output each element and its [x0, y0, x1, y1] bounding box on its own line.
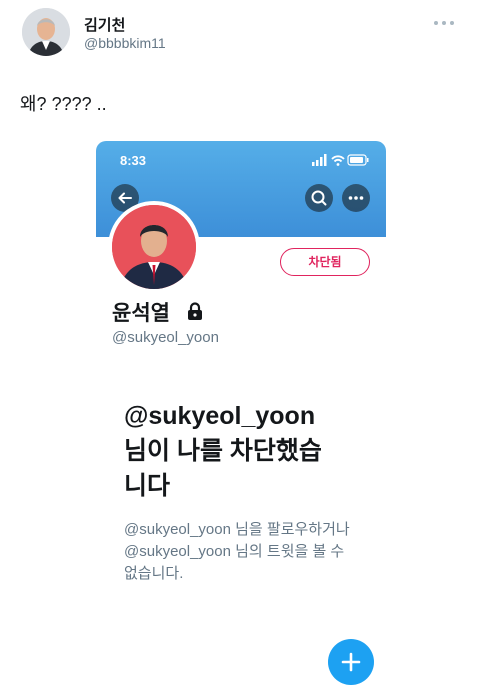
attached-screenshot[interactable]: 8:33 차단됨 윤석열 @sukyeol_yoon @sukyeol_yoon… [96, 141, 386, 684]
author-avatar[interactable] [22, 8, 70, 56]
blocked-message-description: @sukyeol_yoon 님을 팔로우하거나 @sukyeol_yoon 님의… [124, 521, 350, 582]
profile-handle: @sukyeol_yoon [112, 329, 219, 346]
lock-icon [186, 301, 204, 321]
author-handle[interactable]: @bbbbkim11 [84, 35, 166, 51]
plus-icon [341, 652, 361, 672]
status-bar-icons [310, 153, 370, 167]
blocked-message-title: @sukyeol_yoon 님이 나를 차단했습니다 [124, 402, 322, 500]
profile-name: 윤석열 [112, 302, 170, 325]
search-icon[interactable] [305, 184, 333, 212]
tweet-header: 김기천 @bbbbkim11 [0, 0, 480, 64]
more-horizontal-icon[interactable] [342, 184, 370, 212]
status-bar-time: 8:33 [120, 153, 147, 168]
more-options-icon[interactable] [432, 16, 456, 28]
compose-tweet-button[interactable] [328, 639, 374, 685]
blocked-button[interactable]: 차단됨 [280, 248, 370, 276]
tweet-text: 왜? ???? .. [20, 94, 107, 114]
profile-avatar[interactable] [108, 201, 200, 293]
author-name[interactable]: 김기천 [84, 14, 125, 35]
